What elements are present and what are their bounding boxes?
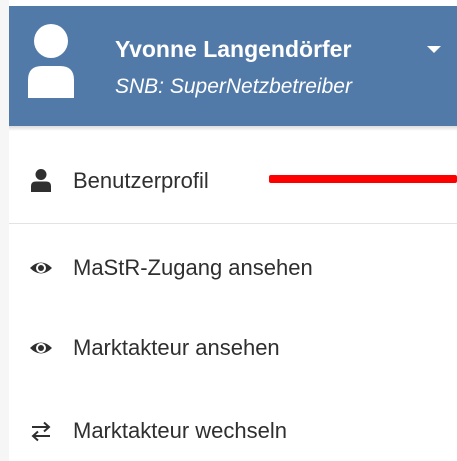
menu-item-label: Marktakteur ansehen	[73, 335, 280, 360]
user-name: Yvonne Langendörfer	[115, 36, 352, 62]
header-shadow	[9, 126, 457, 131]
red-annotation-line	[269, 175, 457, 183]
user-role: SNB: SuperNetzbetreiber	[115, 75, 352, 98]
user-silhouette-icon	[28, 24, 74, 98]
user-icon	[31, 169, 51, 192]
eye-icon	[30, 262, 52, 274]
menu-item-marktakteur-ansehen[interactable]: Marktakteur ansehen	[9, 318, 457, 378]
menu-item-label: Benutzerprofil	[73, 168, 209, 193]
caret-down-icon[interactable]	[424, 40, 444, 60]
arrows-exchange-icon	[31, 421, 51, 442]
eye-icon	[30, 342, 52, 354]
menu-divider	[9, 223, 457, 224]
menu-item-label: MaStR-Zugang ansehen	[73, 255, 313, 280]
page-edge	[0, 0, 9, 461]
user-menu-screenshot: Yvonne Langendörfer SNB: SuperNetzbetrei…	[0, 0, 457, 461]
user-menu-header[interactable]: Yvonne Langendörfer SNB: SuperNetzbetrei…	[9, 6, 457, 126]
menu-item-label: Marktakteur wechseln	[73, 418, 287, 443]
menu-item-marktakteur-wechseln[interactable]: Marktakteur wechseln	[9, 400, 457, 460]
menu-item-mastr-zugang-ansehen[interactable]: MaStR-Zugang ansehen	[9, 238, 457, 298]
